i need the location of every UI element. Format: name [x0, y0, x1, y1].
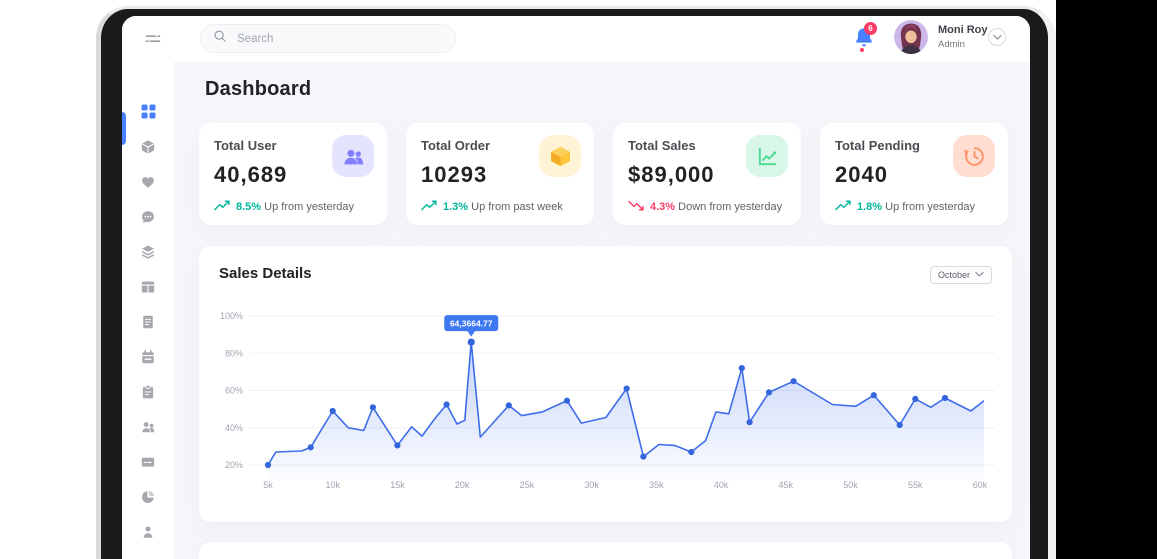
calendar-icon — [140, 349, 156, 370]
search-input[interactable] — [235, 31, 415, 46]
search-bar[interactable] — [200, 24, 456, 53]
stat-card-total-pending: Total Pending 2040 1.8% Up from yesterday — [820, 123, 1008, 225]
svg-text:25k: 25k — [520, 480, 535, 490]
sidebar-item-contacts[interactable] — [122, 414, 174, 444]
heart-icon — [140, 174, 156, 195]
notification-dot — [860, 48, 864, 52]
svg-text:45k: 45k — [779, 480, 794, 490]
trend-up-icon — [421, 200, 438, 214]
sidebar-item-card[interactable] — [122, 449, 174, 479]
svg-text:80%: 80% — [225, 348, 243, 358]
svg-text:35k: 35k — [649, 480, 664, 490]
chat-icon — [140, 209, 156, 230]
svg-text:5k: 5k — [263, 480, 273, 490]
users-icon — [332, 135, 374, 177]
svg-text:100%: 100% — [220, 311, 243, 321]
sidebar-item-chat[interactable] — [122, 204, 174, 234]
stat-card-total-sales: Total Sales $89,000 4.3% Down from yesterd… — [613, 123, 801, 225]
chartline-icon — [746, 135, 788, 177]
stat-trend: 1.8% Up from yesterday — [835, 200, 975, 214]
clipboard-icon — [140, 384, 156, 405]
notifications-button[interactable]: 6 — [852, 22, 878, 54]
stat-label: Total Sales — [628, 138, 696, 153]
card-icon — [140, 454, 156, 475]
stat-trend: 4.3% Down from yesterday — [628, 200, 782, 214]
sales-details-title: Sales Details — [219, 265, 312, 282]
sidebar-item-layers[interactable] — [122, 239, 174, 269]
svg-text:10k: 10k — [325, 480, 340, 490]
svg-text:30k: 30k — [584, 480, 599, 490]
trend-down-icon — [628, 200, 645, 214]
layers-icon — [140, 244, 156, 265]
stat-label: Total Order — [421, 138, 491, 153]
top-header: 6 Moni Roy Admin — [122, 16, 1030, 62]
stat-trend: 1.3% Up from past week — [421, 200, 563, 214]
screenshot-stage: 6 Moni Roy Admin Dashboard Total User 40,… — [0, 0, 1157, 559]
sales-line-chart: 20% 40% 60% 80% 100% 5k 10k 15k 20k 25k 30k 35k 40k 4… — [199, 292, 1012, 522]
svg-text:20%: 20% — [225, 460, 243, 470]
sidebar-item-pie[interactable] — [122, 484, 174, 514]
trend-up-icon — [214, 200, 231, 214]
sales-details-card: Sales Details October 20% 40% 60% 80% 100% 5k… — [199, 246, 1012, 522]
stat-value: $89,000 — [628, 162, 715, 187]
bell-icon — [852, 28, 876, 54]
chevron-down-icon — [992, 28, 1002, 46]
user-role: Admin — [938, 39, 965, 50]
svg-text:60%: 60% — [225, 386, 243, 396]
notification-badge: 6 — [864, 22, 877, 35]
sidebar-item-document[interactable] — [122, 309, 174, 339]
sidebar-item-clipboard[interactable] — [122, 379, 174, 409]
svg-text:40k: 40k — [714, 480, 729, 490]
avatar[interactable] — [894, 20, 928, 54]
sidebar-item-grid[interactable] — [122, 99, 174, 129]
person-icon — [140, 524, 156, 545]
stat-card-total-order: Total Order 10293 1.3% Up from past week — [406, 123, 594, 225]
sidebar-item-cube[interactable] — [122, 134, 174, 164]
page-title: Dashboard — [205, 78, 312, 100]
stat-label: Total Pending — [835, 138, 920, 153]
next-section-card — [199, 542, 1012, 559]
chevron-down-icon — [975, 270, 984, 280]
sidebar-item-gear[interactable] — [122, 554, 174, 559]
sidebar-item-person[interactable] — [122, 519, 174, 549]
svg-text:50k: 50k — [843, 480, 858, 490]
clockhistory-icon — [953, 135, 995, 177]
period-selector[interactable]: October — [930, 266, 992, 284]
stat-value: 10293 — [421, 162, 488, 187]
stat-value: 2040 — [835, 162, 888, 187]
right-black-background — [1056, 0, 1157, 559]
document-icon — [140, 314, 156, 335]
svg-text:55k: 55k — [908, 480, 923, 490]
grid-icon — [140, 103, 157, 125]
svg-text:40%: 40% — [225, 423, 243, 433]
contacts-icon — [140, 419, 156, 440]
user-name: Moni Roy — [938, 24, 988, 36]
profile-dropdown-button[interactable] — [988, 28, 1006, 46]
svg-text:20k: 20k — [455, 480, 470, 490]
cube3d-icon — [539, 135, 581, 177]
svg-text:60k: 60k — [973, 480, 988, 490]
sidebar-item-heart[interactable] — [122, 169, 174, 199]
svg-text:64,3664.77: 64,3664.77 — [450, 319, 493, 329]
cube-icon — [140, 139, 156, 160]
sidebar-item-table[interactable] — [122, 274, 174, 304]
chart-tooltip: 64,3664.77 — [444, 315, 499, 346]
stat-label: Total User — [214, 138, 277, 153]
svg-text:15k: 15k — [390, 480, 405, 490]
main-content: Dashboard Total User 40,689 8.5% Up from y… — [174, 62, 1030, 559]
pie-icon — [140, 489, 156, 510]
period-selector-label: October — [938, 270, 971, 280]
search-icon — [213, 29, 227, 48]
menu-toggle-icon[interactable] — [144, 30, 162, 53]
app-screen: 6 Moni Roy Admin Dashboard Total User 40,… — [122, 16, 1030, 559]
table-icon — [140, 279, 156, 300]
stat-value: 40,689 — [214, 162, 288, 187]
stat-card-total-user: Total User 40,689 8.5% Up from yesterday — [199, 123, 387, 225]
trend-up-icon — [835, 200, 852, 214]
stat-trend: 8.5% Up from yesterday — [214, 200, 354, 214]
sidebar-item-calendar[interactable] — [122, 344, 174, 374]
sidebar — [122, 62, 174, 559]
